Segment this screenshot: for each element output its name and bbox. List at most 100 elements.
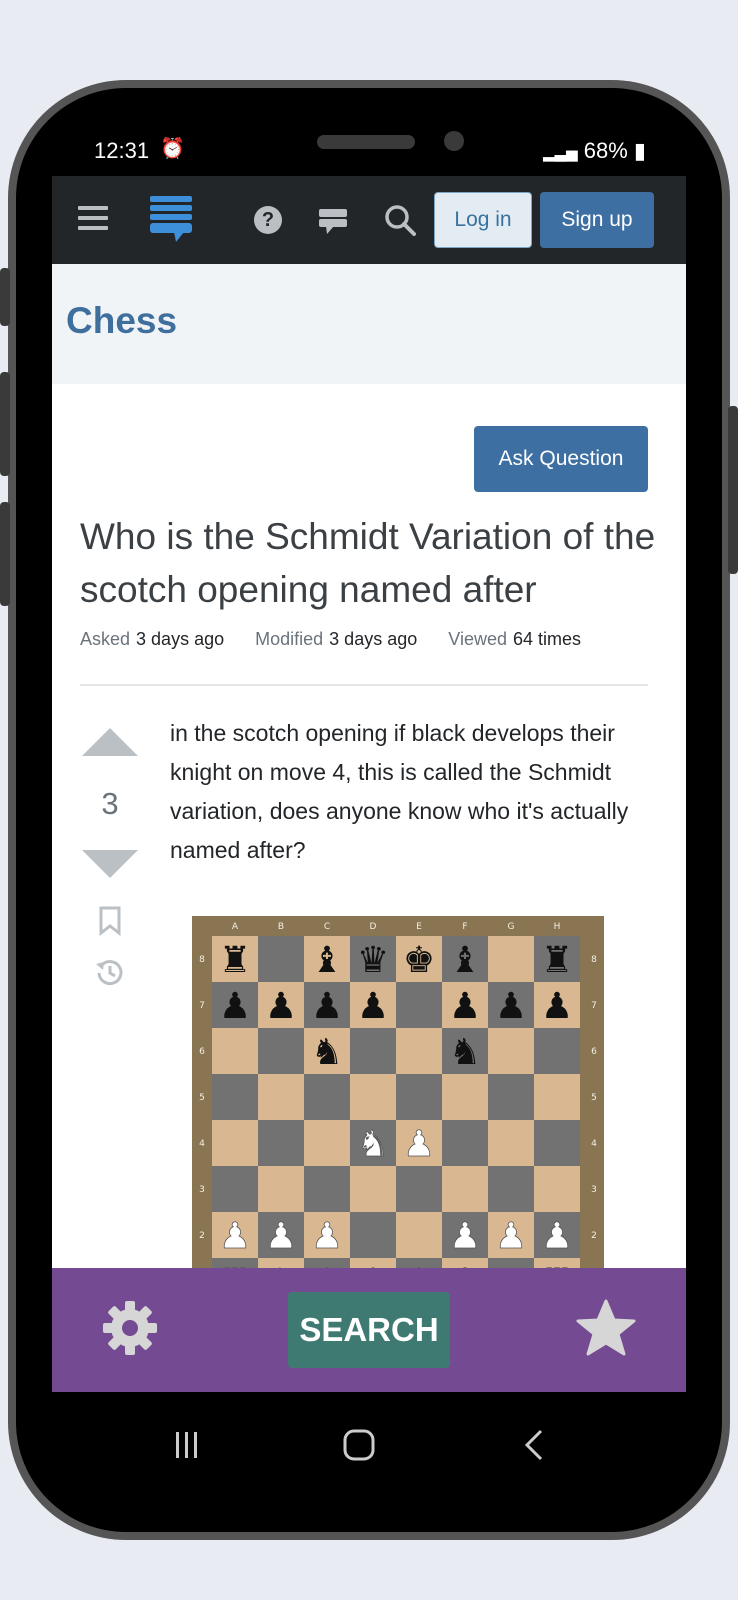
modified-info: Modified 3 days ago [255, 629, 417, 649]
file-label: H [554, 922, 561, 932]
question-body: in the scotch opening if black develops … [170, 720, 629, 863]
rank-label: 4 [591, 1139, 597, 1149]
stack-logo-icon[interactable] [150, 196, 192, 244]
chess-piece: ♞ [449, 1032, 481, 1073]
top-navigation: ? Log in Sign up [52, 176, 686, 264]
android-navigation-bar [52, 1392, 686, 1500]
inbox-icon[interactable] [318, 206, 348, 236]
chess-piece: ♟ [357, 986, 389, 1027]
rank-label: 8 [591, 955, 597, 965]
board-square [350, 1166, 396, 1212]
rank-label: 3 [591, 1185, 597, 1195]
chess-piece: ♟ [219, 1216, 251, 1257]
rank-label: 4 [199, 1139, 205, 1149]
upvote-button[interactable] [82, 728, 138, 756]
rank-label: 2 [591, 1231, 597, 1241]
board-square [212, 1074, 258, 1120]
viewed-label: Viewed [448, 629, 507, 649]
board-square [212, 1166, 258, 1212]
status-time: 12:31 [94, 138, 150, 163]
earpiece [317, 135, 415, 149]
chess-piece: ♟ [311, 986, 343, 1027]
vote-count: 3 [101, 786, 119, 821]
recents-icon[interactable] [172, 1430, 202, 1460]
history-icon[interactable] [94, 956, 126, 988]
divider [80, 684, 648, 686]
ask-question-button[interactable]: Ask Question [474, 426, 648, 492]
board-square [304, 1120, 350, 1166]
asked-label: Asked [80, 629, 131, 649]
board-square [396, 1166, 442, 1212]
board-square [442, 1074, 488, 1120]
chess-piece: ♟ [265, 1216, 297, 1257]
chess-piece: ♟ [541, 1216, 573, 1257]
search-icon[interactable] [384, 204, 416, 236]
chess-piece: ♟ [449, 986, 481, 1027]
board-square [212, 1120, 258, 1166]
board-square [258, 936, 304, 982]
chess-piece: ♟ [311, 1216, 343, 1257]
viewed-value: 64 times [512, 629, 582, 649]
board-square [258, 1074, 304, 1120]
chess-piece: ♟ [219, 986, 251, 1027]
signal-icon: ▂▃▅ [542, 145, 578, 162]
chess-piece: ♝ [311, 940, 343, 981]
chess-piece: ♞ [311, 1032, 343, 1073]
front-camera [444, 131, 464, 151]
back-icon[interactable] [522, 1428, 546, 1462]
board-square [304, 1166, 350, 1212]
board-square [534, 1028, 580, 1074]
rank-label: 6 [199, 1047, 205, 1057]
chess-piece: ♜ [541, 940, 573, 981]
site-title[interactable]: Chess [66, 300, 177, 342]
board-square [488, 936, 534, 982]
gear-icon[interactable] [100, 1298, 160, 1358]
viewed-info: Viewed 64 times [448, 629, 581, 649]
volume-down-button [0, 502, 10, 606]
signup-button[interactable]: Sign up [540, 192, 654, 248]
file-label: G [508, 922, 515, 932]
phone-screen: 12:31 ⏰ ▂▃▅ 68% ▮ ? Log in Sign up Chess… [52, 122, 686, 1500]
battery-status: ▂▃▅ 68% ▮ [543, 138, 646, 164]
search-button[interactable]: SEARCH [288, 1292, 450, 1368]
chess-piece: ♟ [495, 986, 527, 1027]
bookmark-icon[interactable] [98, 906, 122, 936]
asked-info: Asked 3 days ago [80, 629, 224, 649]
board-square [488, 1074, 534, 1120]
file-label: E [416, 922, 422, 932]
board-square [396, 1028, 442, 1074]
chess-piece: ♛ [357, 940, 389, 981]
modified-value[interactable]: 3 days ago [329, 629, 417, 649]
question-meta: Asked 3 days ago Modified 3 days ago Viewe… [80, 629, 607, 650]
board-square [396, 1074, 442, 1120]
star-icon[interactable] [576, 1298, 636, 1358]
board-square [258, 1166, 304, 1212]
power-button [728, 406, 738, 574]
chess-piece: ♟ [541, 986, 573, 1027]
board-square [488, 1120, 534, 1166]
asked-value: 3 days ago [136, 629, 225, 649]
rank-label: 6 [591, 1047, 597, 1057]
board-square [534, 1120, 580, 1166]
board-square [488, 1028, 534, 1074]
file-label: B [278, 922, 284, 932]
rank-label: 3 [199, 1185, 205, 1195]
chess-piece: ♟ [403, 1124, 435, 1165]
file-label: D [370, 922, 377, 932]
status-bar: 12:31 ⏰ ▂▃▅ 68% ▮ [52, 122, 686, 176]
help-icon[interactable]: ? [254, 206, 282, 234]
question-title[interactable]: Who is the Schmidt Variation of the scot… [80, 510, 676, 616]
chess-piece: ♟ [265, 986, 297, 1027]
page-content: Chess Ask Question Who is the Schmidt Va… [52, 264, 686, 1268]
rank-label: 8 [199, 955, 205, 965]
board-square [258, 1120, 304, 1166]
home-icon[interactable] [342, 1428, 376, 1462]
rank-label: 7 [199, 1001, 205, 1011]
volume-button [0, 268, 10, 326]
board-square [442, 1120, 488, 1166]
downvote-button[interactable] [82, 850, 138, 878]
login-button[interactable]: Log in [434, 192, 532, 248]
battery-icon: ▮ [633, 138, 646, 163]
file-label: C [324, 922, 330, 932]
menu-icon[interactable] [78, 206, 108, 230]
